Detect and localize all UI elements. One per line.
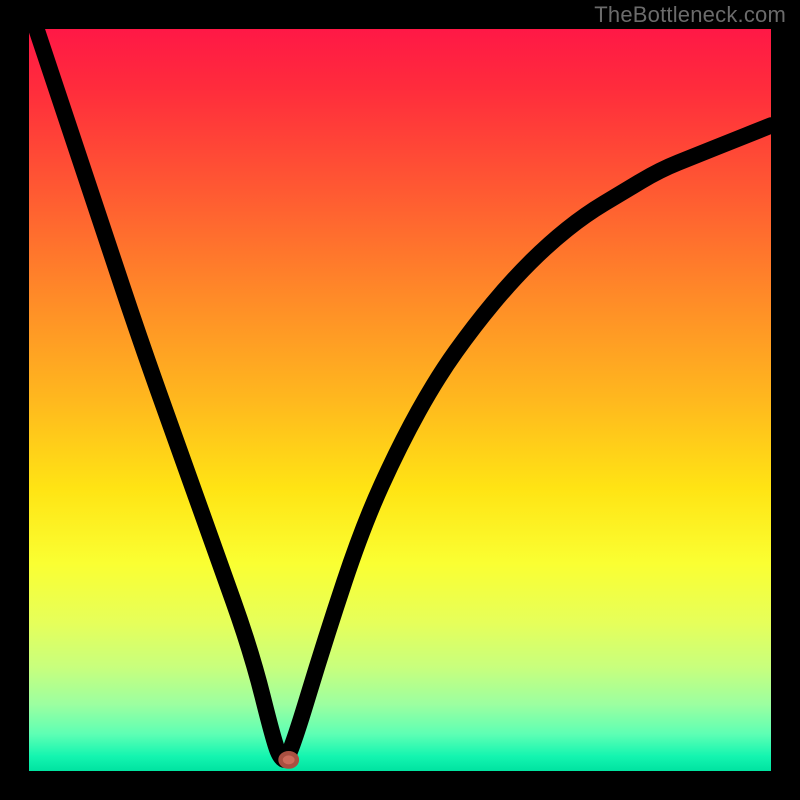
- watermark-text: TheBottleneck.com: [594, 2, 786, 28]
- plot-area: [29, 29, 771, 771]
- plot-svg: [29, 29, 771, 771]
- bottleneck-curve: [36, 29, 771, 760]
- minimum-marker: [281, 753, 297, 766]
- chart-frame: TheBottleneck.com: [0, 0, 800, 800]
